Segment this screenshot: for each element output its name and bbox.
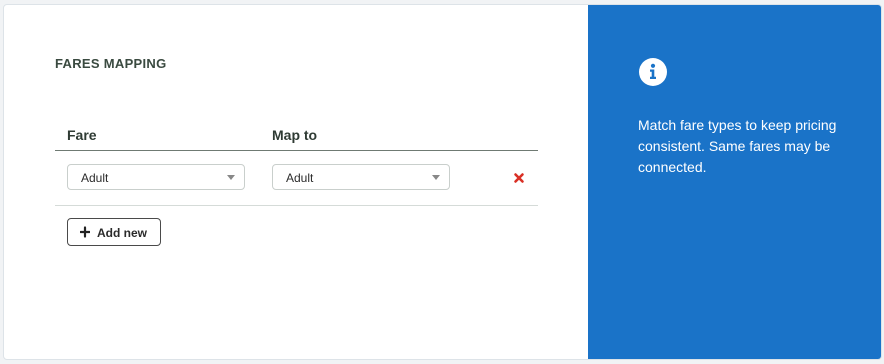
section-title: FARES MAPPING — [55, 56, 167, 71]
fares-mapping-card: FARES MAPPING Fare Map to Adult Adult Ad… — [3, 4, 882, 360]
add-new-button[interactable]: Add new — [67, 218, 161, 246]
info-icon — [639, 58, 667, 86]
row-divider — [55, 205, 538, 206]
close-icon — [514, 173, 524, 183]
fare-select[interactable]: Adult — [67, 164, 245, 190]
info-panel: Match fare types to keep pricing consist… — [588, 5, 881, 359]
column-header-map-to: Map to — [272, 127, 318, 143]
delete-row-button[interactable] — [512, 171, 526, 185]
fare-select-value: Adult — [81, 171, 109, 185]
map-to-select-value: Adult — [286, 171, 314, 185]
add-new-label: Add new — [97, 226, 147, 240]
map-to-select[interactable]: Adult — [272, 164, 450, 190]
column-header-fare: Fare — [67, 127, 97, 143]
chevron-down-icon — [432, 175, 440, 180]
plus-icon — [80, 226, 90, 238]
chevron-down-icon — [227, 175, 235, 180]
info-text: Match fare types to keep pricing consist… — [638, 117, 837, 175]
header-divider — [55, 150, 538, 151]
mapping-form: FARES MAPPING Fare Map to Adult Adult Ad… — [4, 5, 588, 359]
